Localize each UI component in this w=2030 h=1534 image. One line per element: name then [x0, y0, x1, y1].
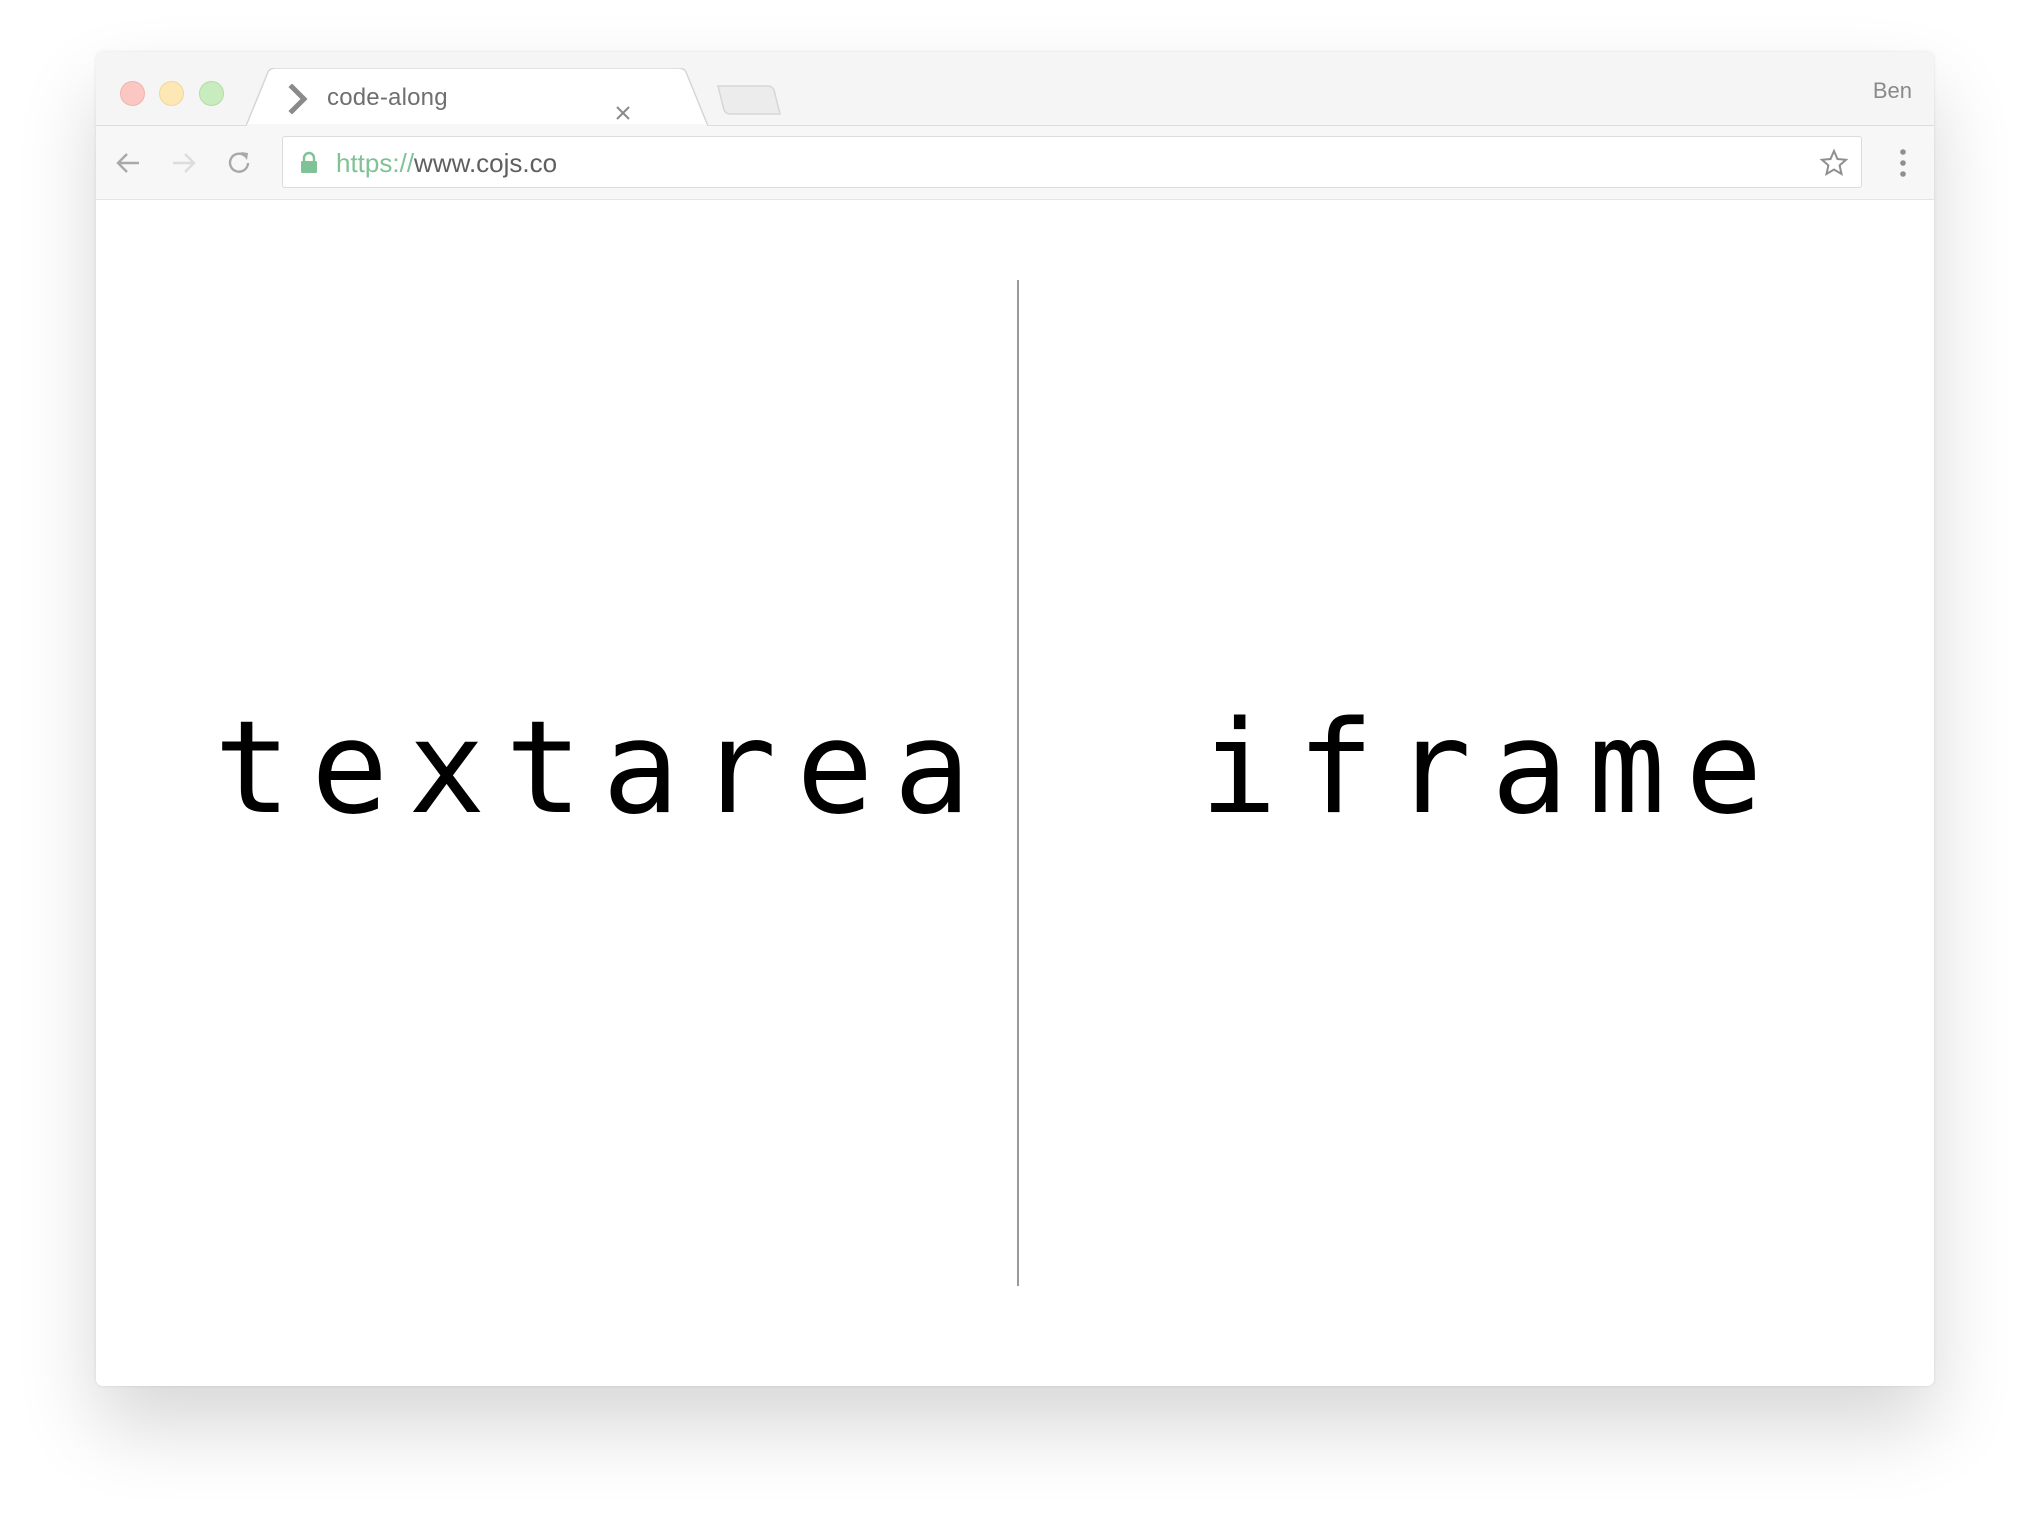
tab-title: code-along [327, 84, 448, 111]
url-text[interactable]: https://www.cojs.co [336, 148, 557, 179]
maximize-window-button[interactable] [199, 81, 224, 106]
title-bar: code-along Ben [96, 52, 1934, 126]
more-menu-icon[interactable] [1898, 148, 1908, 178]
page-content: textarea iframe [96, 200, 1934, 1386]
minimize-window-button[interactable] [159, 81, 184, 106]
back-arrow-icon[interactable] [114, 148, 144, 178]
textarea-panel-label: textarea [214, 694, 991, 843]
profile-name[interactable]: Ben [1873, 78, 1912, 104]
lock-icon [301, 151, 317, 173]
tab-background [246, 68, 708, 126]
url-host: www.cojs.co [414, 148, 558, 178]
close-window-button[interactable] [120, 81, 145, 106]
browser-window: code-along Ben https://www.cojs.co texta… [96, 52, 1934, 1386]
bookmark-star-icon[interactable] [1819, 148, 1849, 178]
forward-arrow-icon[interactable] [168, 148, 198, 178]
url-scheme: https:// [336, 148, 415, 178]
new-tab-button[interactable] [716, 84, 782, 116]
iframe-panel-label: iframe [1200, 694, 1783, 843]
tab-code-along[interactable]: code-along [246, 68, 708, 126]
reload-icon[interactable] [224, 148, 254, 178]
close-tab-icon[interactable] [613, 103, 633, 123]
panel-divider [1017, 280, 1019, 1286]
chevron-right-icon [288, 84, 308, 114]
browser-toolbar: https://www.cojs.co [96, 126, 1934, 200]
address-bar[interactable]: https://www.cojs.co [282, 136, 1862, 188]
